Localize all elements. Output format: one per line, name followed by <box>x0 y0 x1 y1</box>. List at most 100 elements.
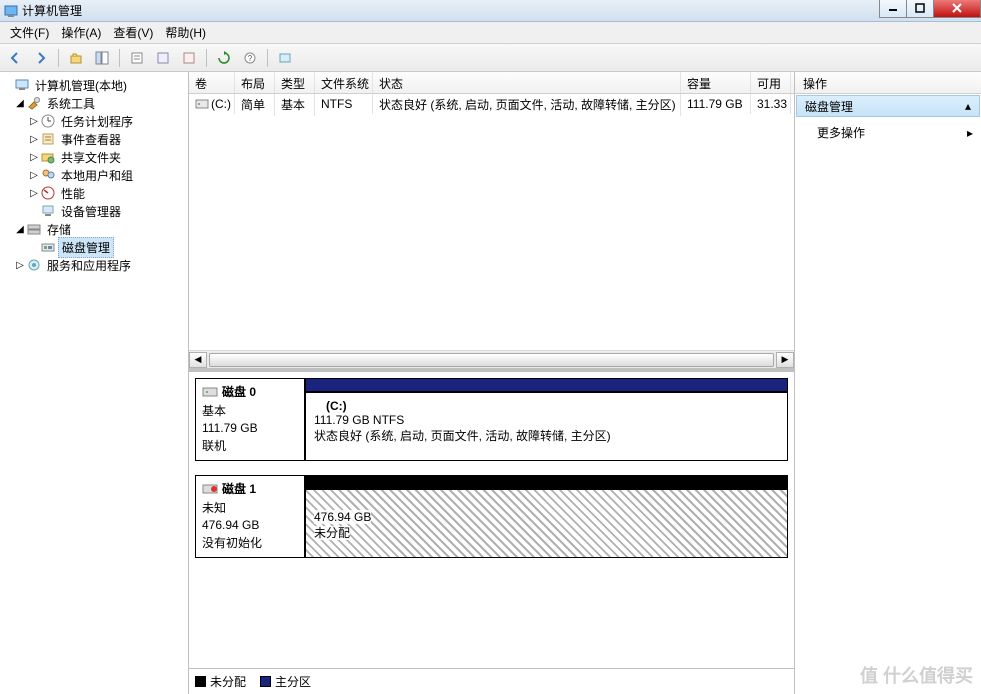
tree-toggle[interactable]: ▷ <box>28 134 40 145</box>
show-hide-tree-button[interactable] <box>91 47 113 69</box>
shared-folders-icon <box>40 149 56 165</box>
toolbar: ? <box>0 44 981 72</box>
disk-partition[interactable]: (C:) 111.79 GB NTFS 状态良好 (系统, 启动, 页面文件, … <box>305 392 788 461</box>
titlebar: 计算机管理 <box>0 0 981 22</box>
scroll-thumb[interactable] <box>209 353 774 367</box>
col-layout[interactable]: 布局 <box>235 72 275 93</box>
legend: 未分配 主分区 <box>189 668 794 694</box>
tree-shared-folders[interactable]: 共享文件夹 <box>58 148 124 167</box>
col-status[interactable]: 状态 <box>373 72 681 93</box>
volume-list-header[interactable]: 卷 布局 类型 文件系统 状态 容量 可用 <box>189 72 794 94</box>
disk-drive-icon <box>202 483 218 495</box>
disk-drive-icon <box>202 386 218 398</box>
up-button[interactable] <box>65 47 87 69</box>
volume-fs: NTFS <box>315 94 373 114</box>
properties-button[interactable] <box>126 47 148 69</box>
computer-icon <box>14 77 30 93</box>
back-button[interactable] <box>4 47 26 69</box>
toolbar-button-b[interactable] <box>178 47 200 69</box>
disk-info: 磁盘 1 未知 476.94 GB 没有初始化 <box>195 475 305 558</box>
col-capacity[interactable]: 容量 <box>681 72 751 93</box>
actions-more[interactable]: 更多操作 ▸ <box>795 118 981 147</box>
volume-capacity: 111.79 GB <box>681 94 751 114</box>
partition-line2: 476.94 GB <box>314 510 371 524</box>
menu-action[interactable]: 操作(A) <box>55 22 107 43</box>
minimize-button[interactable] <box>879 0 907 18</box>
tree-services-apps[interactable]: 服务和应用程序 <box>44 256 134 275</box>
tree-toggle[interactable]: ▷ <box>28 188 40 199</box>
tree-event-viewer[interactable]: 事件查看器 <box>58 130 124 149</box>
disk-name: 磁盘 0 <box>222 383 256 400</box>
disk-mgmt-icon <box>40 239 56 255</box>
col-free[interactable]: 可用 <box>751 72 791 93</box>
forward-button[interactable] <box>30 47 52 69</box>
legend-unallocated: 未分配 <box>210 673 246 690</box>
event-viewer-icon <box>40 131 56 147</box>
disk-info: 磁盘 0 基本 111.79 GB 联机 <box>195 378 305 461</box>
app-icon <box>4 4 18 18</box>
disk-partition[interactable]: 476.94 GB 未分配 <box>305 489 788 558</box>
volume-name: (C:) <box>211 97 231 111</box>
tree-toggle[interactable]: ▷ <box>28 116 40 127</box>
navigation-tree[interactable]: 计算机管理(本地) ◢ 系统工具 ▷ 任务计划程序 ▷ 事件查看器 ▷ 共享文件夹 ▷ 本… <box>0 72 189 694</box>
partition-line3: 状态良好 (系统, 启动, 页面文件, 活动, 故障转储, 主分区) <box>314 427 779 444</box>
legend-swatch-unallocated <box>195 676 206 687</box>
volume-row[interactable]: (C:) 简单 基本 NTFS 状态良好 (系统, 启动, 页面文件, 活动, … <box>189 94 794 114</box>
toolbar-button-c[interactable] <box>274 47 296 69</box>
col-filesystem[interactable]: 文件系统 <box>315 72 373 93</box>
scroll-left-button[interactable]: ◀ <box>189 352 207 368</box>
tree-toggle[interactable]: ◢ <box>14 224 26 235</box>
col-volume[interactable]: 卷 <box>189 72 235 93</box>
menubar: 文件(F) 操作(A) 查看(V) 帮助(H) <box>0 22 981 44</box>
tree-system-tools[interactable]: 系统工具 <box>44 94 98 113</box>
tree-task-scheduler[interactable]: 任务计划程序 <box>58 112 136 131</box>
disk-graphical-view: 磁盘 0 基本 111.79 GB 联机 (C:) 111.79 GB NTFS… <box>189 368 794 694</box>
tools-icon <box>26 95 42 111</box>
volume-icon <box>195 98 209 110</box>
volume-status: 状态良好 (系统, 启动, 页面文件, 活动, 故障转储, 主分区) <box>373 94 681 116</box>
actions-header: 操作 <box>795 72 981 94</box>
col-type[interactable]: 类型 <box>275 72 315 93</box>
services-icon <box>26 257 42 273</box>
help-button[interactable]: ? <box>239 47 261 69</box>
toolbar-button-a[interactable] <box>152 47 174 69</box>
performance-icon <box>40 185 56 201</box>
tree-toggle[interactable]: ▷ <box>14 260 26 271</box>
partition-label <box>314 496 779 510</box>
partition-label: (C:) <box>314 399 779 413</box>
tree-toggle[interactable]: ◢ <box>14 98 26 109</box>
volume-type: 基本 <box>275 94 315 116</box>
disk-row[interactable]: 磁盘 0 基本 111.79 GB 联机 (C:) 111.79 GB NTFS… <box>195 378 788 461</box>
legend-primary: 主分区 <box>275 673 311 690</box>
storage-icon <box>26 221 42 237</box>
actions-section[interactable]: 磁盘管理 ▴ <box>796 95 980 117</box>
collapse-icon: ▴ <box>965 99 971 113</box>
horizontal-scrollbar[interactable]: ◀ ▶ <box>189 350 794 368</box>
disk-size: 476.94 GB <box>202 518 298 532</box>
disk-size: 111.79 GB <box>202 421 298 435</box>
tree-toggle[interactable]: ▷ <box>28 152 40 163</box>
disk-color-bar <box>305 475 788 489</box>
menu-help[interactable]: 帮助(H) <box>159 22 212 43</box>
svg-text:?: ? <box>248 54 253 63</box>
disk-state: 没有初始化 <box>202 534 298 551</box>
center-panel: 卷 布局 类型 文件系统 状态 容量 可用 (C:) 简单 基本 NTFS 状态… <box>189 72 795 694</box>
menu-view[interactable]: 查看(V) <box>107 22 159 43</box>
tree-local-users[interactable]: 本地用户和组 <box>58 166 136 185</box>
menu-file[interactable]: 文件(F) <box>4 22 55 43</box>
users-icon <box>40 167 56 183</box>
maximize-button[interactable] <box>906 0 934 18</box>
tree-disk-management[interactable]: 磁盘管理 <box>58 237 114 258</box>
tree-performance[interactable]: 性能 <box>58 184 88 203</box>
tree-toggle[interactable]: ▷ <box>28 170 40 181</box>
disk-kind: 基本 <box>202 402 298 419</box>
tree-device-manager[interactable]: 设备管理器 <box>58 202 124 221</box>
scroll-right-button[interactable]: ▶ <box>776 352 794 368</box>
actions-more-label: 更多操作 <box>817 124 865 141</box>
tree-root[interactable]: 计算机管理(本地) <box>32 76 130 95</box>
close-button[interactable] <box>933 0 981 18</box>
legend-swatch-primary <box>260 676 271 687</box>
disk-row[interactable]: 磁盘 1 未知 476.94 GB 没有初始化 476.94 GB 未分配 <box>195 475 788 558</box>
refresh-button[interactable] <box>213 47 235 69</box>
actions-panel: 操作 磁盘管理 ▴ 更多操作 ▸ <box>795 72 981 694</box>
